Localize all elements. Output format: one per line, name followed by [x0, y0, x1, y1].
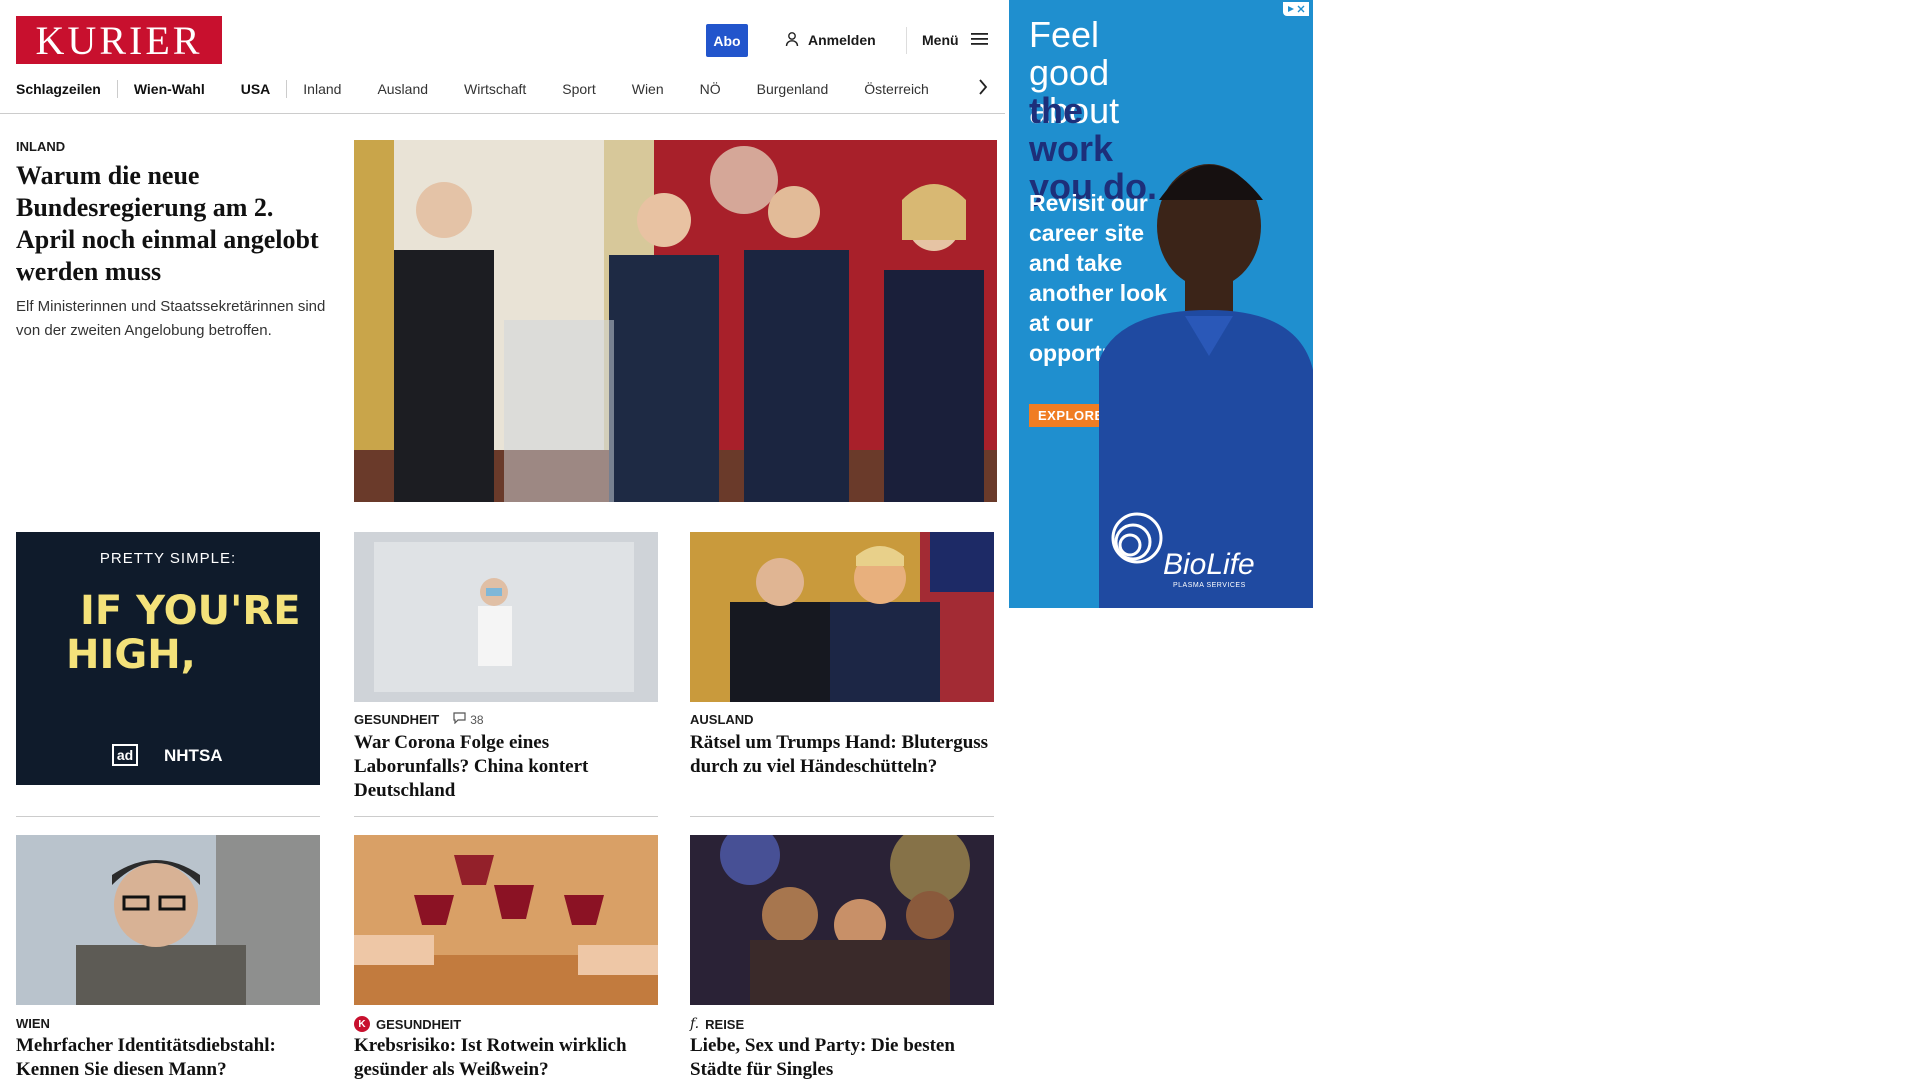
- nav-item-schlagzeilen[interactable]: Schlagzeilen: [16, 81, 101, 97]
- card-kicker[interactable]: AUSLAND: [690, 712, 754, 727]
- card-kicker[interactable]: WIEN: [16, 1016, 50, 1031]
- lead-kicker[interactable]: INLAND: [16, 139, 65, 154]
- adchoices-icon[interactable]: [1283, 2, 1309, 16]
- card-kicker-row: K GESUNDHEIT: [354, 1016, 461, 1032]
- card-kicker-row: WIEN: [16, 1016, 50, 1031]
- hamburger-icon: [970, 32, 989, 49]
- nav-item-noe[interactable]: NÖ: [700, 81, 721, 97]
- comment-icon: [453, 712, 466, 727]
- menu-label: Menü: [922, 32, 959, 48]
- nav-item-usa[interactable]: USA: [241, 81, 271, 97]
- card-headline[interactable]: Krebsrisiko: Ist Rotwein wirklich gesünd…: [354, 1034, 658, 1082]
- nav-scroll-right-button[interactable]: [974, 78, 992, 100]
- lead-photo[interactable]: [354, 140, 997, 502]
- row-divider: [16, 816, 320, 817]
- lead-headline[interactable]: Warum die neue Bundesregierung am 2. Apr…: [16, 160, 326, 288]
- ad-line-3: HIGH,: [66, 632, 196, 678]
- biolife-logo: [1105, 510, 1165, 575]
- comment-count[interactable]: 38: [453, 712, 484, 727]
- card-kicker[interactable]: GESUNDHEIT: [354, 712, 439, 727]
- row-divider: [690, 816, 994, 817]
- nav-item-burgenland[interactable]: Burgenland: [757, 81, 829, 97]
- header-divider: [906, 27, 907, 54]
- card-image-rotwein[interactable]: [354, 835, 658, 1005]
- card-kicker-row: AUSLAND: [690, 712, 754, 727]
- section-nav: Schlagzeilen Wien-Wahl USA Inland Auslan…: [16, 78, 965, 100]
- card-headline[interactable]: War Corona Folge eines Laborunfalls? Chi…: [354, 731, 658, 803]
- card-kicker[interactable]: GESUNDHEIT: [376, 1017, 461, 1032]
- nav-divider: [116, 80, 118, 98]
- nav-divider: [286, 80, 288, 98]
- nav-item-sport[interactable]: Sport: [562, 81, 595, 97]
- lead-teaser: Elf Ministerinnen und Staatssekretärinne…: [16, 298, 326, 339]
- card-headline[interactable]: Mehrfacher Identitätsdiebstahl: Kennen S…: [16, 1034, 320, 1082]
- ad-council-logo: ad: [112, 744, 138, 766]
- menu-button[interactable]: Menü: [922, 28, 989, 52]
- ad-line-2: IF YOU'RE: [80, 588, 301, 634]
- comment-count-value: 38: [470, 712, 484, 727]
- login-button[interactable]: Anmelden: [784, 28, 876, 52]
- abo-button[interactable]: Abo: [706, 24, 748, 57]
- chevron-right-icon: [978, 78, 988, 100]
- ad-brand-sub: PLASMA SERVICES: [1173, 582, 1246, 589]
- nav-item-oesterreich[interactable]: Österreich: [864, 81, 929, 97]
- ad-line-1: PRETTY SIMPLE:: [99, 550, 237, 567]
- card-kicker[interactable]: REISE: [705, 1017, 744, 1032]
- logo-text: KURIER: [35, 17, 203, 63]
- nav-item-inland[interactable]: Inland: [303, 81, 341, 97]
- kurier-plus-badge: K: [354, 1016, 370, 1032]
- nav-item-wien-wahl[interactable]: Wien-Wahl: [134, 81, 205, 97]
- card-image-wien[interactable]: [16, 835, 320, 1005]
- card-headline[interactable]: Liebe, Sex und Party: Die besten Städte …: [690, 1034, 994, 1082]
- row-divider: [354, 816, 658, 817]
- abo-label: Abo: [713, 32, 741, 49]
- login-label: Anmelden: [808, 32, 876, 48]
- ad-brand: BioLife: [1163, 548, 1255, 581]
- card-image-trump[interactable]: [690, 532, 994, 702]
- ad-banner-biolife[interactable]: Feel good about the work you do. Revisit…: [1009, 0, 1313, 608]
- card-kicker-row: f. REISE: [690, 1016, 744, 1032]
- card-kicker-row: GESUNDHEIT 38: [354, 712, 484, 727]
- nav-item-ausland[interactable]: Ausland: [377, 81, 428, 97]
- card-headline[interactable]: Rätsel um Trumps Hand: Bluterguss durch …: [690, 731, 994, 779]
- user-icon: [784, 31, 800, 50]
- card-image-corona[interactable]: [354, 532, 658, 702]
- card-image-party[interactable]: [690, 835, 994, 1005]
- kurier-logo[interactable]: KURIER: [16, 16, 222, 64]
- nav-item-wirtschaft[interactable]: Wirtschaft: [464, 81, 526, 97]
- nav-item-wien[interactable]: Wien: [632, 81, 664, 97]
- freizeit-badge: f.: [690, 1016, 700, 1032]
- nhtsa-logo: NHTSA: [164, 746, 223, 765]
- ad-banner-nhtsa[interactable]: PRETTY SIMPLE: IF YOU'RE HIGH, ad NHTSA: [16, 532, 320, 785]
- header-bottom-border: [0, 113, 1005, 114]
